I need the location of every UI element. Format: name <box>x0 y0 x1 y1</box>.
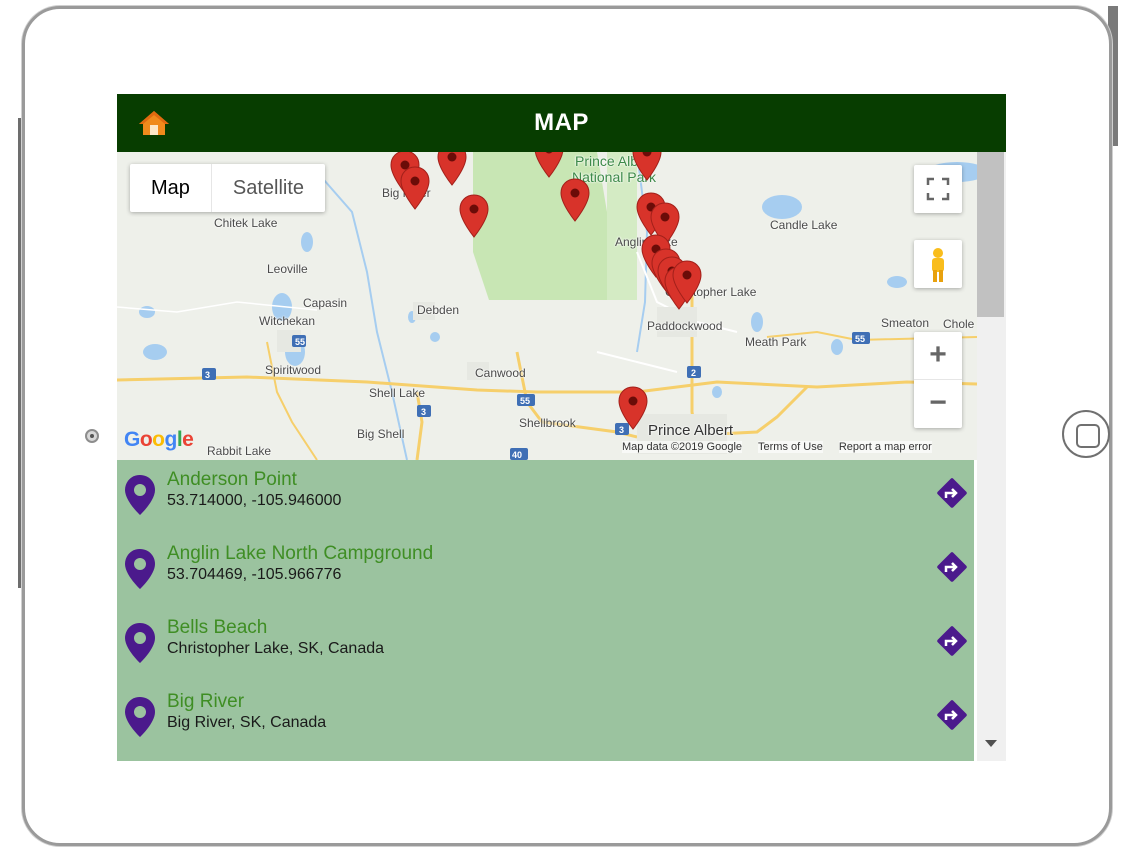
fullscreen-icon <box>926 177 950 201</box>
map-type-map-button[interactable]: Map <box>130 164 211 212</box>
place-label: Witchekan <box>259 314 316 328</box>
directions-icon[interactable] <box>935 476 969 510</box>
list-item[interactable]: Anglin Lake North Campground 53.704469, … <box>117 534 974 608</box>
zoom-control: + − <box>914 332 962 428</box>
list-item[interactable]: Bells Beach Christopher Lake, SK, Canada <box>117 608 974 682</box>
place-label: Prince Albert <box>648 422 734 439</box>
map-marker-icon[interactable] <box>534 152 564 178</box>
app-screen: MAP 3 55 55 55 2 3 40 3 Chitek Lake Leov… <box>117 94 1006 761</box>
place-label: Capasin <box>303 296 348 310</box>
location-detail: 53.704469, -105.966776 <box>167 566 342 583</box>
svg-text:55: 55 <box>520 396 530 406</box>
place-label: Smeaton <box>881 316 930 330</box>
location-pin-icon <box>125 623 155 663</box>
place-label: Meath Park <box>745 335 807 349</box>
place-label: Canwood <box>475 366 526 380</box>
place-label: Paddockwood <box>647 319 723 333</box>
fullscreen-button[interactable] <box>914 165 962 213</box>
street-view-button[interactable] <box>914 240 962 288</box>
place-label: Debden <box>417 303 460 317</box>
scrollbar[interactable] <box>977 152 1006 761</box>
location-pin-icon <box>125 549 155 589</box>
location-list: Anderson Point 53.714000, -105.946000 An… <box>117 460 974 761</box>
svg-text:2: 2 <box>691 368 696 378</box>
scroll-down-arrow-icon[interactable] <box>985 740 997 747</box>
list-item[interactable]: Anderson Point 53.714000, -105.946000 <box>117 460 974 534</box>
location-pin-icon <box>125 475 155 515</box>
place-label: Rabbit Lake <box>207 444 272 458</box>
map-marker-icon[interactable] <box>672 260 702 304</box>
page-title: MAP <box>534 109 589 136</box>
place-label: Candle Lake <box>770 218 838 232</box>
map-marker-icon[interactable] <box>400 166 430 210</box>
map-type-satellite-button[interactable]: Satellite <box>210 164 325 212</box>
camera-icon <box>85 429 99 443</box>
place-label: Leoville <box>267 262 308 276</box>
place-label: Chitek Lake <box>214 216 278 230</box>
place-label: Spiritwood <box>265 363 322 377</box>
map-marker-icon[interactable] <box>632 152 662 181</box>
zoom-in-button[interactable]: + <box>914 332 962 380</box>
place-label: Shell Lake <box>369 386 426 400</box>
map-view[interactable]: 3 55 55 55 2 3 40 3 Chitek Lake Leoville… <box>117 152 977 460</box>
tablet-home-button[interactable] <box>1062 410 1110 458</box>
header-bar: MAP <box>117 94 1006 152</box>
place-label: Big Shell <box>357 427 405 441</box>
pegman-icon <box>932 248 944 282</box>
map-marker-icon[interactable] <box>459 194 489 238</box>
location-detail: Christopher Lake, SK, Canada <box>167 640 385 657</box>
location-name[interactable]: Anglin Lake North Campground <box>167 543 433 565</box>
svg-text:40: 40 <box>512 450 522 460</box>
location-detail: Big River, SK, Canada <box>167 714 327 731</box>
directions-icon[interactable] <box>935 698 969 732</box>
svg-text:3: 3 <box>421 407 426 417</box>
place-label: Shellbrook <box>519 416 576 430</box>
directions-icon[interactable] <box>935 550 969 584</box>
report-map-error-link[interactable]: Report a map error <box>838 441 932 453</box>
location-name[interactable]: Big River <box>167 691 244 713</box>
svg-text:55: 55 <box>855 334 865 344</box>
location-name[interactable]: Bells Beach <box>167 617 267 639</box>
map-attribution: Map data ©2019 Google Terms of Use Repor… <box>622 441 932 453</box>
place-label: Chole <box>943 317 975 331</box>
map-data-text: Map data ©2019 Google <box>622 441 743 453</box>
directions-icon[interactable] <box>935 624 969 658</box>
terms-of-use-link[interactable]: Terms of Use <box>758 441 823 453</box>
map-marker-icon[interactable] <box>560 178 590 222</box>
location-pin-icon <box>125 697 155 737</box>
list-item[interactable]: Big River Big River, SK, Canada <box>117 682 974 756</box>
location-detail: 53.714000, -105.946000 <box>167 492 342 509</box>
google-logo: Google <box>124 428 194 451</box>
highway-shield-label: 3 <box>205 370 210 380</box>
location-name[interactable]: Anderson Point <box>167 469 297 491</box>
map-type-control: Map Satellite <box>130 164 326 212</box>
scrollbar-thumb[interactable] <box>977 152 1004 317</box>
zoom-out-button[interactable]: − <box>914 380 962 428</box>
highway-shield-label: 55 <box>295 337 305 347</box>
map-marker-icon[interactable] <box>437 152 467 186</box>
map-marker-icon[interactable] <box>618 386 648 430</box>
